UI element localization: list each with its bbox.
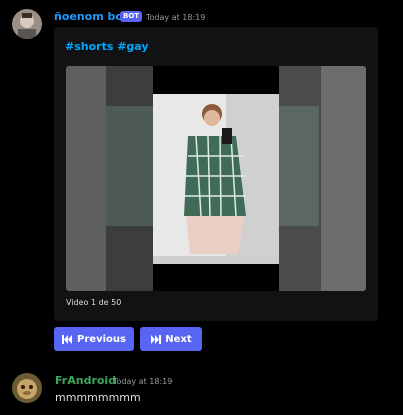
previous-button[interactable]: Previous <box>54 327 134 351</box>
bot-timestamp: Today at 18:19 <box>146 13 206 22</box>
embed-footer: Video 1 de 50 <box>66 298 122 307</box>
next-button[interactable]: Next <box>140 327 202 351</box>
message-content: mmmmmmmm <box>55 391 141 404</box>
next-button-label: Next <box>165 333 192 345</box>
user-timestamp: Today at 18:19 <box>113 377 173 386</box>
user-avatar[interactable] <box>12 373 42 403</box>
previous-button-label: Previous <box>77 333 126 345</box>
bot-username[interactable]: ñoenom bot <box>54 10 128 23</box>
video-player[interactable] <box>66 66 366 291</box>
embed-title[interactable]: #shorts #gay <box>65 40 149 53</box>
user-username[interactable]: FrAndroid <box>55 374 116 387</box>
skip-forward-icon <box>150 334 162 344</box>
bot-badge: BOT <box>120 11 143 22</box>
bot-avatar[interactable] <box>12 9 42 39</box>
skip-back-icon <box>62 334 73 344</box>
video-thumbnail[interactable] <box>66 66 366 291</box>
